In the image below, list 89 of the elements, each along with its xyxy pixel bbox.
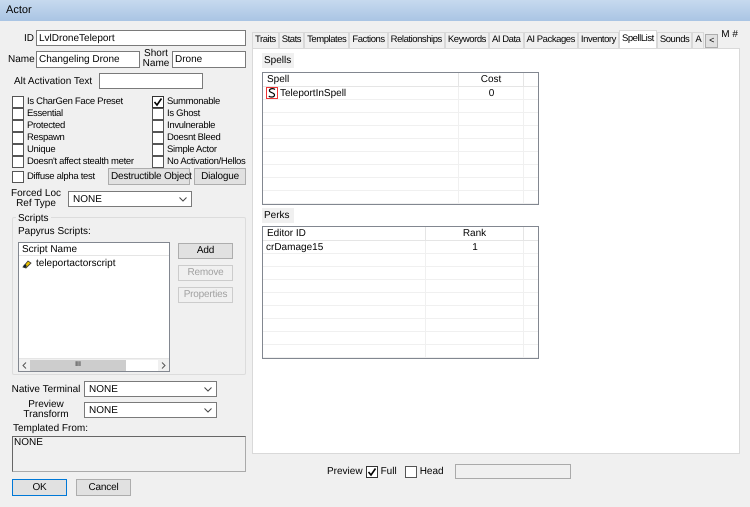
checkbox[interactable] xyxy=(152,144,164,156)
input-field[interactable]: Changeling Drone xyxy=(36,50,140,68)
field-label: Native Terminal xyxy=(10,382,82,396)
checkbox-label: Is Ghost xyxy=(167,108,200,120)
checkbox-label: Unique xyxy=(27,144,56,156)
checkbox[interactable] xyxy=(366,466,378,478)
list-item[interactable]: teleportactorscript xyxy=(19,256,169,271)
dropdown[interactable]: NONE xyxy=(84,402,217,418)
checkbox[interactable] xyxy=(152,120,164,132)
spell-icon xyxy=(266,87,278,99)
field-label: Preview xyxy=(327,465,363,479)
checkbox-label: Is CharGen Face Preset xyxy=(27,96,123,108)
checkbox-label: Summonable xyxy=(167,96,220,108)
checkbox[interactable] xyxy=(12,156,24,168)
checkbox[interactable] xyxy=(152,108,164,120)
tab[interactable]: AI Data xyxy=(488,32,524,48)
field-label: Name xyxy=(8,52,34,66)
column-header[interactable]: Editor ID xyxy=(263,227,426,240)
section-label: Spells xyxy=(262,53,294,68)
table-cell-text: 1 xyxy=(472,240,478,254)
window-title: Actor xyxy=(6,3,32,18)
column-header[interactable]: Script Name xyxy=(19,243,169,256)
checkbox-label: No Activation/Hellos xyxy=(167,156,246,168)
column-header[interactable]: Rank xyxy=(426,227,524,240)
section-label: Perks xyxy=(262,208,294,223)
button[interactable]: Dialogue xyxy=(194,168,246,185)
checkbox[interactable] xyxy=(152,96,164,108)
checkbox-label: Full xyxy=(380,465,397,479)
field-label: ID xyxy=(23,32,34,46)
tab[interactable]: A xyxy=(692,32,704,48)
table-cell-text: crDamage15 xyxy=(266,240,324,254)
checkbox[interactable] xyxy=(404,466,417,478)
checkbox[interactable] xyxy=(152,132,164,144)
table-cell-text: 0 xyxy=(488,86,494,100)
background-text: M # xyxy=(721,28,738,42)
checkbox[interactable] xyxy=(12,96,24,108)
field-label: Papyrus Scripts: xyxy=(18,225,92,239)
group-label: Scripts xyxy=(16,211,51,226)
tab[interactable]: Stats xyxy=(278,32,304,48)
button[interactable]: Add xyxy=(178,243,233,259)
checkbox-label: Doesnt Bleed xyxy=(167,132,220,144)
text-area[interactable]: NONE xyxy=(12,436,246,472)
checkbox-label: Essential xyxy=(27,108,63,120)
tab[interactable]: AI Packages xyxy=(524,32,578,48)
checkbox-label: Diffuse alpha test xyxy=(27,170,95,182)
dropdown[interactable]: NONE xyxy=(84,381,217,397)
tab[interactable]: Relationships xyxy=(388,32,445,48)
column-header[interactable]: Cost xyxy=(459,73,524,86)
tab[interactable]: Sounds xyxy=(656,32,692,48)
chevron-right-icon[interactable] xyxy=(161,362,166,368)
checkbox[interactable] xyxy=(152,156,164,168)
input-field[interactable]: LvlDroneTeleport xyxy=(36,30,246,46)
chevron-down-icon xyxy=(204,408,212,412)
checkbox[interactable] xyxy=(12,120,24,132)
script-icon xyxy=(22,258,33,269)
tab-scroll-button[interactable]: < xyxy=(705,34,718,48)
dropdown[interactable]: NONE xyxy=(68,191,192,207)
button[interactable]: Destructible Object xyxy=(108,168,190,185)
tab[interactable]: Templates xyxy=(304,32,350,48)
field-label: Short Name xyxy=(142,49,170,69)
field-label: Alt Activation Text xyxy=(14,74,92,88)
tab[interactable]: Keywords xyxy=(444,32,489,48)
checkbox-label: Protected xyxy=(27,120,65,132)
checkbox-label: Head xyxy=(420,465,444,479)
field-label: Preview Transform xyxy=(22,400,70,420)
button[interactable]: Cancel xyxy=(76,479,131,496)
button[interactable]: OK xyxy=(12,479,67,496)
tab[interactable]: Factions xyxy=(349,32,388,48)
input-field[interactable]: Drone xyxy=(172,50,246,68)
checkbox[interactable] xyxy=(12,144,24,156)
checkbox-label: Respawn xyxy=(27,132,65,144)
field-label: Forced Loc Ref Type xyxy=(10,189,62,209)
checkbox-label: Simple Actor xyxy=(167,144,217,156)
checkbox-label: Invulnerable xyxy=(167,120,216,132)
chevron-left-icon[interactable] xyxy=(22,362,27,368)
checkbox[interactable] xyxy=(12,108,24,120)
column-header[interactable]: Spell xyxy=(263,73,459,86)
tab[interactable]: Inventory xyxy=(578,32,619,48)
input-field[interactable] xyxy=(454,464,571,479)
field-label: Templated From: xyxy=(13,422,90,436)
table-cell-text: TeleportInSpell xyxy=(280,86,346,100)
tab[interactable]: Traits xyxy=(252,32,279,48)
chevron-down-icon xyxy=(204,386,212,392)
checkbox[interactable] xyxy=(12,132,24,144)
checkbox-label: Doesn't affect stealth meter xyxy=(27,156,134,168)
chevron-down-icon xyxy=(179,196,187,202)
tab[interactable]: SpellList xyxy=(618,30,657,48)
input-field[interactable] xyxy=(99,73,204,89)
checkbox[interactable] xyxy=(12,170,24,182)
